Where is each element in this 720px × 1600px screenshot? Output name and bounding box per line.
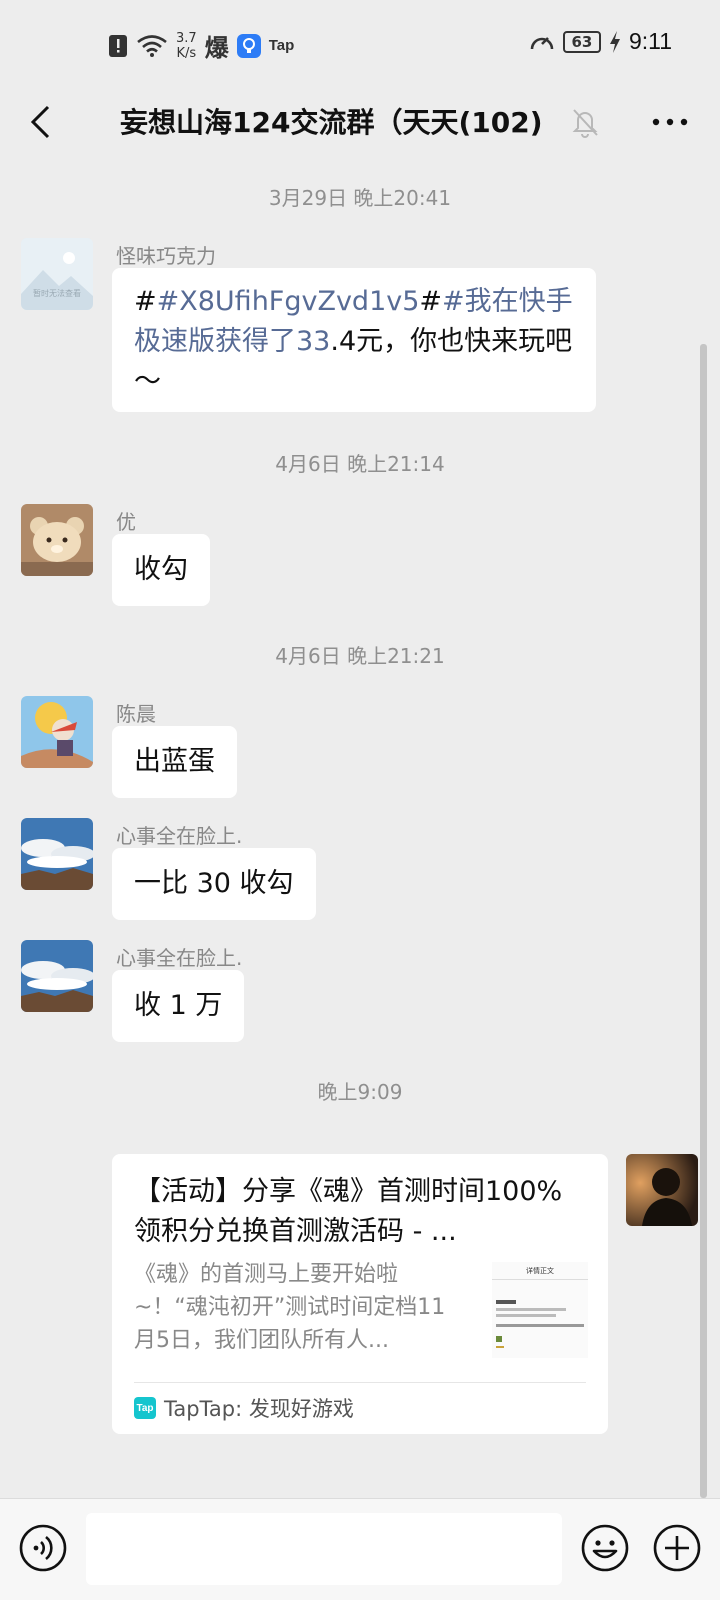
card-source-name: TapTap: 发现好游戏: [164, 1397, 354, 1421]
message-bubble[interactable]: 出蓝蛋: [112, 726, 237, 798]
avatar[interactable]: [21, 504, 93, 576]
charging-bolt-icon: [609, 30, 621, 54]
sender-name: 怪味巧克力: [116, 244, 216, 268]
sender-name: 陈晨: [116, 702, 156, 726]
voice-icon: [19, 1524, 67, 1572]
wifi-icon: [136, 34, 168, 58]
message-text: #: [419, 286, 443, 317]
sender-name: 心事全在脸上.: [116, 946, 243, 970]
speedometer-icon: [529, 30, 555, 54]
voice-input-button[interactable]: [18, 1523, 68, 1573]
ellipsis-icon: [652, 118, 688, 126]
message-bubble[interactable]: 收勾: [112, 534, 210, 606]
message-text: 收 1 万: [134, 990, 223, 1021]
input-bar: [0, 1498, 720, 1600]
network-speed: 3.7 K/s: [176, 30, 197, 61]
card-source: Tap TapTap: 发现好游戏: [134, 1392, 354, 1424]
link-card[interactable]: 【活动】分享《魂》首测时间100%领积分兑换首测激活码 - ... 《魂》的首测…: [112, 1154, 608, 1434]
thumbnail-title: 详情正文: [492, 1262, 588, 1280]
battery-indicator: 63: [562, 30, 601, 53]
sender-name: 优: [116, 510, 136, 534]
timestamp: 3月29日 晚上20:41: [268, 186, 452, 210]
sender-name: 心事全在脸上.: [116, 824, 243, 848]
timestamp: 4月6日 晚上21:21: [275, 644, 445, 668]
chat-header: 妄想山海124交流群（天天(102): [0, 88, 720, 160]
avatar[interactable]: [21, 940, 93, 1012]
message-bubble[interactable]: 收 1 万: [112, 970, 245, 1042]
message-text: 一比 30 收勾: [134, 868, 294, 899]
emoji-button[interactable]: [580, 1523, 630, 1573]
status-right: 63 9:11: [529, 28, 672, 55]
card-thumbnail: 详情正文: [492, 1262, 588, 1358]
plus-icon: [653, 1524, 701, 1572]
avatar-caption: 暂时无法查看: [33, 289, 81, 298]
taptap-logo-icon: Tap: [134, 1397, 156, 1419]
chevron-left-icon: [30, 105, 50, 139]
card-title: 【活动】分享《魂》首测时间100%领积分兑换首测激活码 - ...: [134, 1176, 563, 1247]
avatar[interactable]: 暂时无法查看: [21, 238, 93, 310]
clock: 9:11: [628, 28, 672, 54]
app-notification-bomb: 爆: [204, 34, 229, 62]
message-bubble[interactable]: 一比 30 收勾: [112, 848, 316, 920]
card-divider: [134, 1382, 586, 1383]
message-text: #: [134, 286, 157, 317]
hashtag-link[interactable]: #X8UfihFgvZvd1v5: [157, 286, 420, 317]
chat-title: 妄想山海124交流群（天天(102): [120, 106, 543, 139]
message-input[interactable]: [86, 1513, 562, 1585]
back-button[interactable]: [20, 98, 60, 146]
avatar[interactable]: [21, 696, 93, 768]
card-description: 《魂》的首测马上要开始啦~！“魂沌初开”测试时间定档11月5日，我们团队所有人.…: [134, 1262, 446, 1353]
scrollbar[interactable]: [700, 344, 707, 1498]
mute-bell-icon: [570, 106, 600, 138]
taptap-status-icon: Tap: [268, 37, 295, 54]
lightbulb-app-icon: [236, 33, 261, 58]
status-bar: 3.7 K/s 爆 Tap 63 9:11: [0, 0, 720, 88]
message-text: 收勾: [134, 554, 188, 585]
timestamp: 4月6日 晚上21:14: [275, 452, 445, 476]
message-text: 出蓝蛋: [134, 746, 215, 777]
message-bubble[interactable]: ##X8UfihFgvZvd1v5##我在快手极速版获得了33.4元，你也快来玩…: [112, 268, 596, 412]
timestamp: 晚上9:09: [317, 1080, 403, 1104]
notification-alert-icon: [108, 34, 128, 58]
more-options-button[interactable]: [644, 102, 696, 142]
more-functions-button[interactable]: [652, 1523, 702, 1573]
avatar[interactable]: [21, 818, 93, 890]
emoji-icon: [581, 1524, 629, 1572]
status-left: 3.7 K/s 爆 Tap: [108, 28, 294, 63]
my-avatar[interactable]: [626, 1154, 698, 1226]
